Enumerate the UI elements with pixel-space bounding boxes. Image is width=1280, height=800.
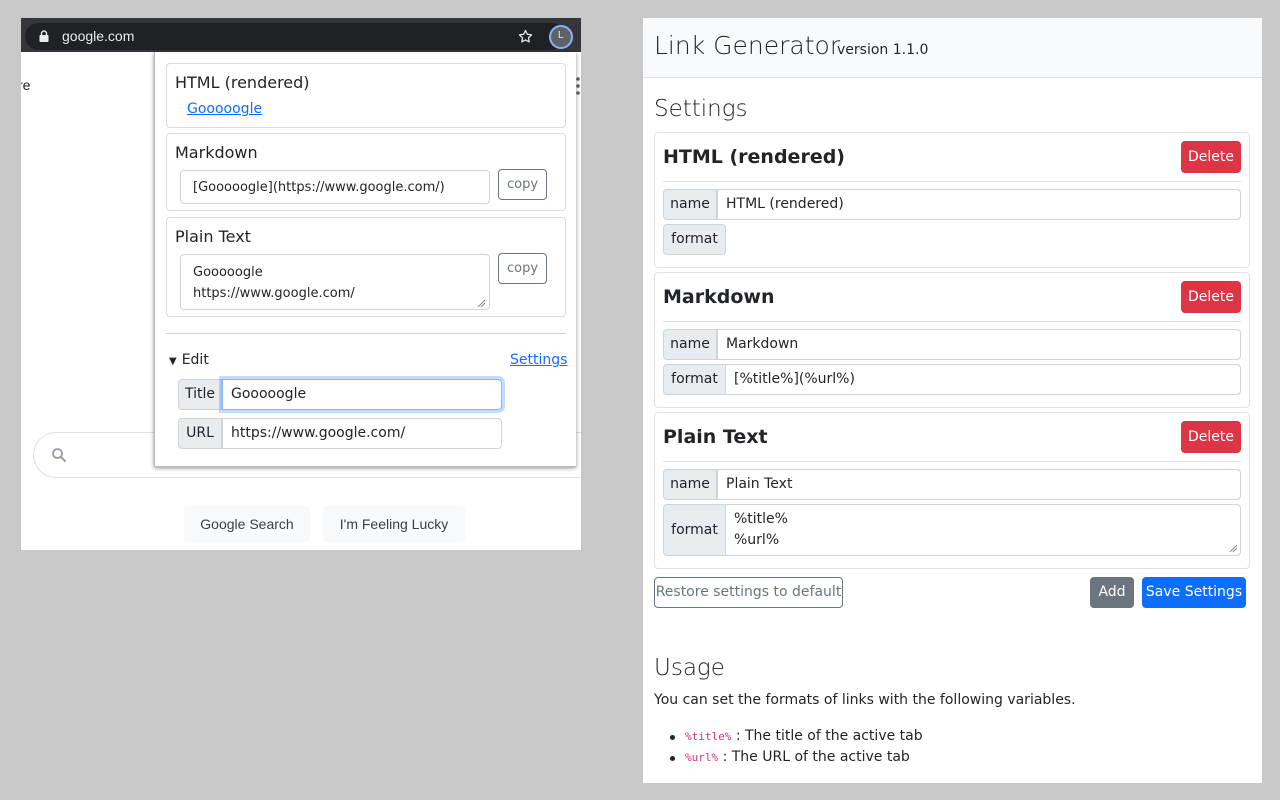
format-label: format: [663, 364, 726, 395]
restore-defaults-button[interactable]: Restore settings to default: [654, 577, 843, 608]
title-input[interactable]: Gooooogle: [222, 379, 502, 410]
variable-description: : The title of the active tab: [735, 728, 923, 744]
format-textarea[interactable]: %title% %url%: [725, 504, 1241, 556]
format-card-title: HTML (rendered): [663, 146, 845, 168]
edit-label: Edit: [181, 352, 209, 368]
card-title: HTML (rendered): [175, 73, 310, 92]
resize-grip-icon[interactable]: [1229, 544, 1237, 552]
list-item: %url% : The URL of the active tab: [668, 749, 923, 770]
resize-grip-icon[interactable]: [477, 299, 485, 307]
name-input[interactable]: HTML (rendered): [717, 189, 1241, 220]
save-settings-button[interactable]: Save Settings: [1142, 577, 1246, 608]
copy-button[interactable]: copy: [498, 253, 547, 284]
page-header: Link Generator version 1.1.0: [643, 18, 1262, 78]
name-input[interactable]: Plain Text: [717, 469, 1241, 500]
url-text[interactable]: google.com: [62, 28, 134, 44]
card-title: Markdown: [175, 143, 258, 162]
format-input-group: format: [663, 224, 1241, 255]
variable-code: %url%: [685, 751, 719, 764]
name-label: name: [663, 329, 717, 360]
usage-heading: Usage: [654, 655, 725, 681]
delete-button[interactable]: Delete: [1181, 421, 1241, 453]
rendered-link[interactable]: Gooooogle: [187, 101, 262, 117]
more-vertical-icon[interactable]: [576, 76, 580, 96]
settings-link[interactable]: Settings: [510, 352, 567, 368]
browser-window: google.com L re Google Search I'm Feelin…: [21, 18, 581, 550]
html-output-card: HTML (rendered) Gooooogle: [166, 63, 566, 128]
format-card: HTML (rendered) Delete name HTML (render…: [654, 132, 1250, 268]
format-label: format: [663, 224, 726, 255]
name-input-group: name HTML (rendered): [663, 189, 1241, 220]
delete-button[interactable]: Delete: [1181, 141, 1241, 173]
markdown-output-field[interactable]: [Gooooogle](https://www.google.com/): [180, 170, 490, 204]
divider: [166, 333, 566, 334]
variable-description: : The URL of the active tab: [722, 749, 910, 765]
markdown-output-card: Markdown [Gooooogle](https://www.google.…: [166, 133, 566, 211]
usage-description: You can set the formats of links with th…: [654, 692, 1076, 708]
format-card-title: Plain Text: [663, 426, 768, 448]
feeling-lucky-button[interactable]: I'm Feeling Lucky: [323, 506, 465, 542]
card-title: Plain Text: [175, 227, 251, 246]
bookmark-star-icon[interactable]: [517, 28, 534, 45]
variable-code: %title%: [685, 730, 732, 743]
extension-icon[interactable]: L: [549, 25, 573, 49]
list-item: %title% : The title of the active tab: [668, 728, 923, 749]
address-bar: google.com L: [21, 18, 581, 52]
format-card-title: Markdown: [663, 286, 775, 308]
format-input-group: format [%title%](%url%): [663, 364, 1241, 395]
name-input[interactable]: Markdown: [717, 329, 1241, 360]
format-label: format: [663, 504, 726, 556]
plain-text-output-card: Plain Text Gooooogle https://www.google.…: [166, 217, 566, 317]
format-card: Markdown Delete name Markdown format [%t…: [654, 272, 1250, 408]
extension-badge-letter: L: [558, 30, 564, 41]
triangle-down-icon: ▼: [169, 356, 177, 367]
divider: [663, 321, 1241, 322]
edit-toggle[interactable]: ▼ Edit: [169, 352, 209, 368]
app-title: Link Generator: [654, 31, 841, 60]
format-input[interactable]: [%title%](%url%): [725, 364, 1241, 395]
url-input[interactable]: https://www.google.com/: [222, 418, 502, 449]
page-text-fragment: re: [21, 77, 31, 93]
google-search-button[interactable]: Google Search: [184, 506, 310, 542]
lock-icon[interactable]: [39, 30, 49, 42]
format-card: Plain Text Delete name Plain Text format…: [654, 412, 1250, 569]
name-input-group: name Plain Text: [663, 469, 1241, 500]
settings-heading: Settings: [654, 96, 748, 122]
app-version: version 1.1.0: [837, 42, 929, 58]
divider: [663, 181, 1241, 182]
omnibox[interactable]: google.com: [25, 23, 565, 50]
name-input-group: name Markdown: [663, 329, 1241, 360]
extension-popup: HTML (rendered) Gooooogle Markdown [Gooo…: [154, 52, 576, 467]
settings-page: Link Generator version 1.1.0 Settings HT…: [643, 18, 1262, 783]
url-label: URL: [178, 418, 222, 449]
variables-list: %title% : The title of the active tab %u…: [668, 728, 923, 770]
divider: [663, 461, 1241, 462]
delete-button[interactable]: Delete: [1181, 281, 1241, 313]
copy-button[interactable]: copy: [498, 169, 547, 200]
name-label: name: [663, 189, 717, 220]
title-label: Title: [178, 379, 222, 410]
plain-text-output-field[interactable]: Gooooogle https://www.google.com/: [180, 254, 490, 310]
name-label: name: [663, 469, 717, 500]
format-input-group: format %title% %url%: [663, 504, 1241, 556]
add-button[interactable]: Add: [1090, 577, 1134, 608]
search-icon: [52, 448, 66, 462]
